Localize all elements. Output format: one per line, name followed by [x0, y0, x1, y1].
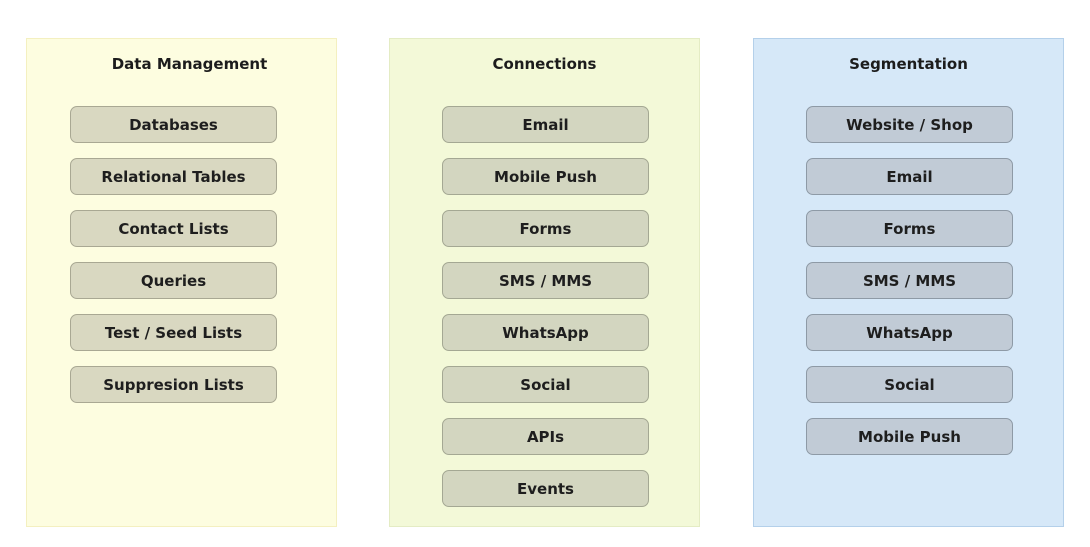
- panel-data-management: Data Management Databases Relational Tabl…: [26, 38, 337, 527]
- item-box: Email: [442, 106, 649, 143]
- panel-connections: Connections Email Mobile Push Forms SMS / M…: [389, 38, 700, 527]
- panel-title: Segmentation: [849, 55, 968, 73]
- item-box: Queries: [70, 262, 277, 299]
- item-box: Mobile Push: [806, 418, 1013, 455]
- item-box: Forms: [442, 210, 649, 247]
- item-box: Databases: [70, 106, 277, 143]
- item-box: Suppresion Lists: [70, 366, 277, 403]
- item-box: Mobile Push: [442, 158, 649, 195]
- item-box: Forms: [806, 210, 1013, 247]
- item-box: Social: [442, 366, 649, 403]
- item-box: WhatsApp: [442, 314, 649, 351]
- item-box: Relational Tables: [70, 158, 277, 195]
- item-box: Contact Lists: [70, 210, 277, 247]
- item-box: Test / Seed Lists: [70, 314, 277, 351]
- item-box: Website / Shop: [806, 106, 1013, 143]
- item-box: Social: [806, 366, 1013, 403]
- panel-segmentation: Segmentation Website / Shop Email Forms SMS…: [753, 38, 1064, 527]
- item-box: SMS / MMS: [442, 262, 649, 299]
- item-box: APIs: [442, 418, 649, 455]
- panel-title: Data Management: [111, 55, 268, 73]
- item-box: WhatsApp: [806, 314, 1013, 351]
- item-box: Email: [806, 158, 1013, 195]
- panel-title: Connections: [492, 55, 597, 73]
- item-box: Events: [442, 470, 649, 507]
- item-box: SMS / MMS: [806, 262, 1013, 299]
